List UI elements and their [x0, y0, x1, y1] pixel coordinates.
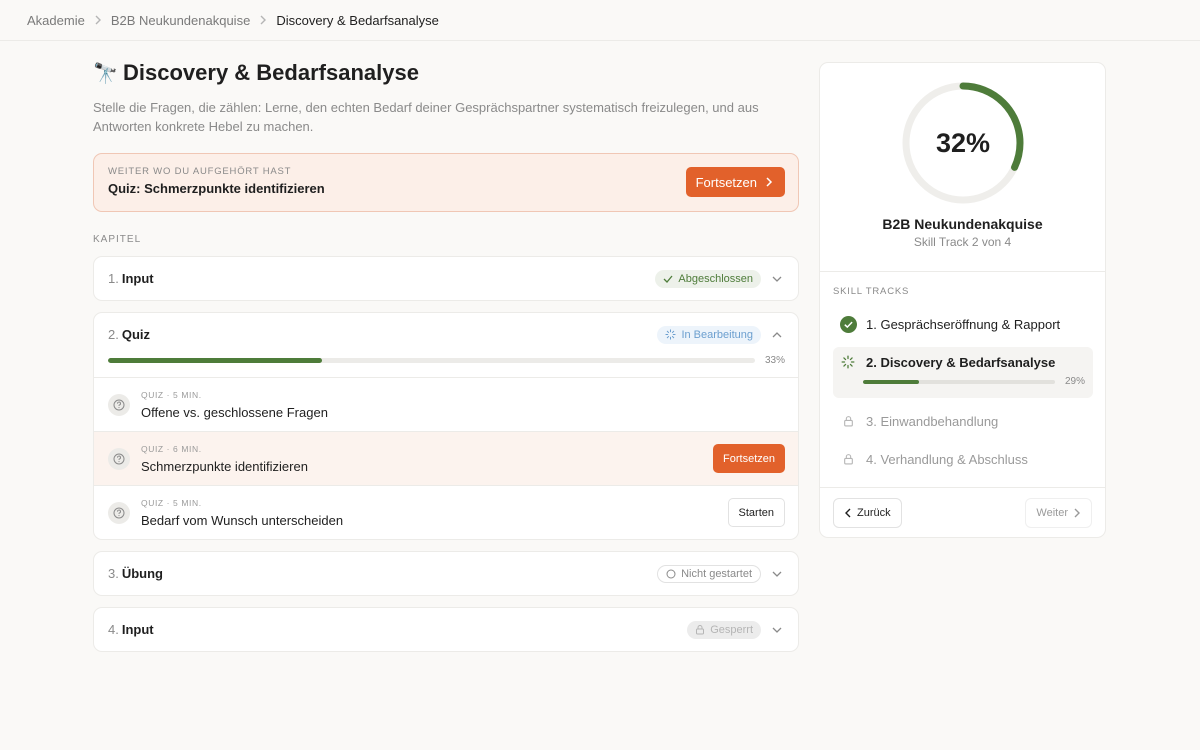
chevron-left-icon [844, 508, 852, 518]
chapter-name: Übung [121, 566, 163, 581]
resume-title: Quiz: Schmerzpunkte identifizieren [108, 181, 325, 196]
chevron-right-icon [259, 15, 267, 25]
chapter-number: 3. [108, 566, 119, 581]
breadcrumb: Akademie B2B Neukundenakquise Discovery … [0, 0, 1200, 41]
next-button[interactable]: Weiter [1025, 498, 1092, 528]
breadcrumb-track[interactable]: B2B Neukundenakquise [111, 13, 251, 28]
status-badge-label: Gesperrt [710, 623, 753, 636]
chapter-1[interactable]: 1. Input Abgeschlossen [93, 256, 799, 301]
question-icon [108, 501, 130, 524]
resume-continue-label: Fortsetzen [695, 174, 757, 190]
lesson-meta: Quiz · 5 Min. [141, 497, 202, 508]
question-icon [108, 393, 130, 416]
chevron-down-icon[interactable] [769, 566, 785, 582]
check-icon [663, 275, 673, 283]
chevron-right-icon [765, 177, 773, 187]
status-badge: Gesperrt [687, 620, 761, 639]
question-icon [108, 447, 130, 470]
progress-bar-fill [863, 379, 919, 384]
lock-icon [839, 450, 857, 468]
resume-eyebrow: Weiter wo du aufgehört hast [108, 166, 292, 177]
chevron-down-icon[interactable] [769, 622, 785, 638]
divider [820, 487, 1105, 488]
back-button[interactable]: Zurück [833, 498, 902, 528]
track-title: B2B Neukundenakquise [882, 216, 1043, 232]
list-item[interactable]: Quiz · 6 Min. Schmerzpunkte identifizier… [94, 431, 798, 485]
skill-track-1[interactable]: 1. Gesprächseröffnung & Rapport [833, 313, 1093, 335]
chapter-2-header[interactable]: 2. Quiz In Bearbeitung [94, 313, 798, 356]
lesson-start-button[interactable]: Starten [727, 498, 785, 527]
skill-track-4: 4. Verhandlung & Abschluss [833, 448, 1093, 470]
resume-continue-button[interactable]: Fortsetzen [685, 167, 785, 197]
page-title: Discovery & Bedarfsanalyse [123, 60, 419, 85]
track-sidebar: 32% B2B Neukundenakquise Skill Track 2 v… [819, 62, 1106, 538]
breadcrumb-current: Discovery & Bedarfsanalyse [276, 12, 439, 28]
skill-track-label: 1. Gesprächseröffnung & Rapport [866, 316, 1061, 332]
check-circle-icon [839, 315, 857, 333]
status-badge-label: In Bearbeitung [681, 328, 753, 341]
progress-ring: 32% [900, 80, 1026, 206]
status-badge: Nicht gestartet [657, 564, 761, 583]
list-item[interactable]: Quiz · 5 Min. Offene vs. geschlossene Fr… [94, 377, 798, 431]
chapter-progress: 33% [94, 352, 798, 368]
lock-icon [839, 412, 857, 430]
telescope-icon: 🔭 [93, 62, 118, 85]
skill-track-label: 4. Verhandlung & Abschluss [866, 451, 1028, 467]
next-button-label: Weiter [1036, 507, 1068, 519]
chapter-name: Input [121, 271, 154, 286]
chapter-2: 2. Quiz In Bearbeitung 33% Quiz · 5 Min.… [93, 312, 799, 540]
main-content: 🔭 Discovery & Bedarfsanalyse Stelle die … [93, 41, 799, 652]
status-badge: Abgeschlossen [655, 269, 761, 288]
progress-bar-fill [108, 357, 322, 363]
chapter-number: 4. [108, 622, 119, 637]
skill-track-label: 3. Einwandbehandlung [866, 413, 999, 429]
chapter-name: Input [121, 622, 154, 637]
chapter-number: 1. [108, 271, 119, 286]
lesson-meta: Quiz · 5 Min. [141, 389, 202, 400]
chevron-right-icon [94, 15, 102, 25]
lesson-title: Schmerzpunkte identifizieren [141, 458, 308, 474]
progress-percent: 29% [1064, 376, 1085, 387]
progress-percent: 33% [764, 354, 785, 366]
chapter-number: 2. [108, 327, 119, 342]
chevron-down-icon[interactable] [769, 271, 785, 287]
progress-bar [108, 357, 755, 363]
spinner-icon [839, 353, 857, 371]
skill-track-2[interactable]: 2. Discovery & Bedarfsanalyse 29% [833, 347, 1093, 398]
track-subtitle: Skill Track 2 von 4 [913, 235, 1012, 249]
chapter-4[interactable]: 4. Input Gesperrt [93, 607, 799, 652]
progress-bar [863, 379, 1055, 384]
lesson-title: Offene vs. geschlossene Fragen [141, 404, 328, 420]
skill-track-label: 2. Discovery & Bedarfsanalyse [866, 354, 1056, 370]
status-badge-label: Nicht gestartet [681, 567, 752, 580]
skill-tracks-label: Skill Tracks [833, 286, 910, 297]
page-subtitle: Stelle die Fragen, die zählen: Lerne, de… [93, 100, 759, 134]
chapter-3[interactable]: 3. Übung Nicht gestartet [93, 551, 799, 596]
progress-ring-label: 32% [935, 127, 991, 158]
spinner-icon [665, 329, 677, 340]
chapters-label: Kapitel [93, 234, 142, 245]
breadcrumb-akademie[interactable]: Akademie [27, 13, 85, 28]
divider [820, 271, 1105, 272]
chevron-right-icon [1073, 508, 1081, 518]
list-item[interactable]: Quiz · 5 Min. Bedarf vom Wunsch untersch… [94, 485, 798, 539]
circle-icon [666, 569, 676, 579]
lesson-continue-button[interactable]: Fortsetzen [713, 444, 785, 473]
resume-card: Weiter wo du aufgehört hast Quiz: Schmer… [93, 153, 799, 212]
chapter-name: Quiz [121, 327, 151, 342]
status-badge: In Bearbeitung [657, 325, 761, 344]
chevron-up-icon[interactable] [769, 327, 785, 343]
skill-track-3: 3. Einwandbehandlung [833, 410, 1093, 432]
lesson-meta: Quiz · 6 Min. [141, 443, 202, 454]
lock-icon [695, 624, 705, 635]
lesson-title: Bedarf vom Wunsch unterscheiden [141, 512, 344, 528]
status-badge-label: Abgeschlossen [678, 272, 753, 285]
back-button-label: Zurück [857, 507, 891, 519]
